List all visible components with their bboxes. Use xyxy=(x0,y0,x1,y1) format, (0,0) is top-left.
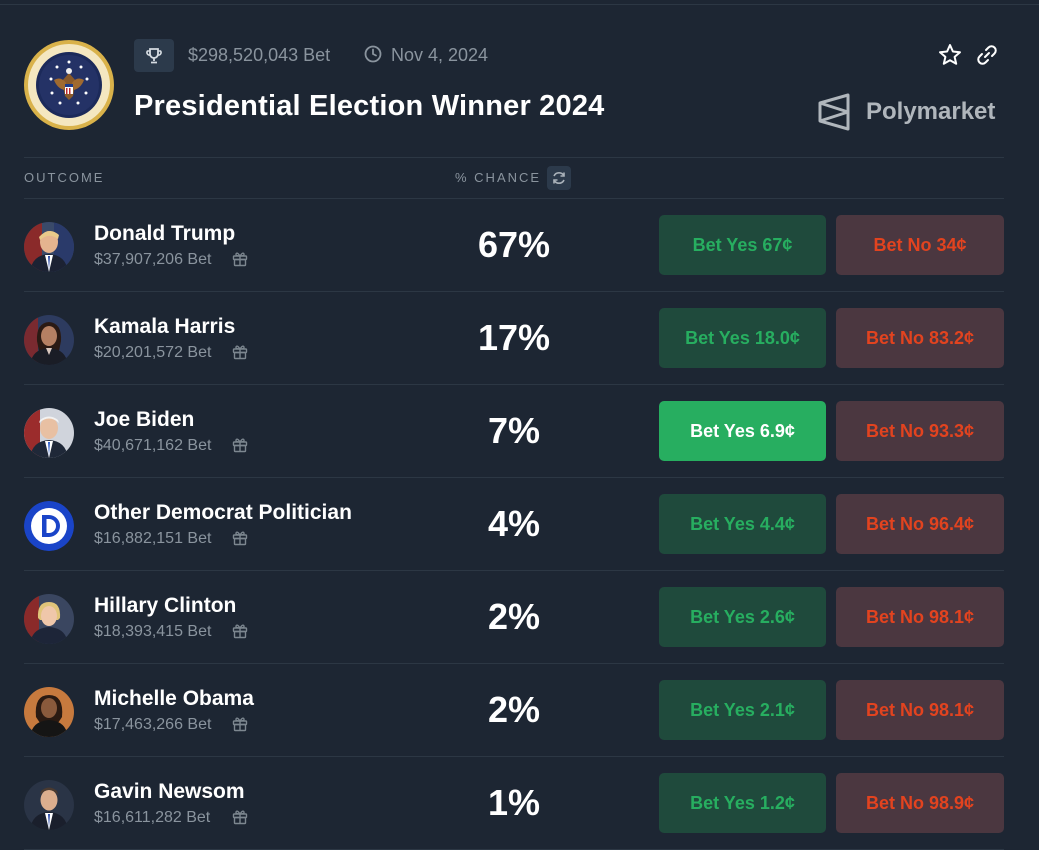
outcome-row[interactable]: Gavin Newsom $16,611,282 Bet 1% Bet Yes … xyxy=(24,757,1004,850)
bet-yes-button[interactable]: Bet Yes 6.9¢ xyxy=(659,401,826,461)
page-title: Presidential Election Winner 2024 xyxy=(134,90,605,122)
outcome-volume: $16,882,151 Bet xyxy=(94,530,212,547)
outcome-name[interactable]: Michelle Obama xyxy=(94,686,254,712)
link-icon[interactable] xyxy=(975,43,999,67)
bet-yes-button[interactable]: Bet Yes 18.0¢ xyxy=(659,308,826,368)
chance-column-header: % CHANCE xyxy=(455,170,542,185)
harris-portrait-avatar xyxy=(24,315,74,365)
outcome-volume: $18,393,415 Bet xyxy=(94,623,212,640)
outcome-row[interactable]: Kamala Harris $20,201,572 Bet 17% Bet Ye… xyxy=(24,292,1004,385)
polymarket-logo-icon[interactable] xyxy=(816,93,854,131)
chance-value: 17% xyxy=(477,317,551,358)
trump-portrait-avatar xyxy=(24,222,74,272)
header-divider xyxy=(24,157,1004,158)
bet-no-button[interactable]: Bet No 96.4¢ xyxy=(836,494,1004,554)
outcome-volume: $37,907,206 Bet xyxy=(94,251,212,268)
chance-value: 67% xyxy=(477,224,551,265)
polymarket-brand[interactable]: Polymarket xyxy=(866,98,995,126)
outcome-row[interactable]: Joe Biden $40,671,162 Bet 7% Bet Yes 6.9… xyxy=(24,385,1004,478)
obama-portrait-avatar xyxy=(24,687,74,737)
outcome-name[interactable]: Joe Biden xyxy=(94,407,194,433)
outcome-volume: $20,201,572 Bet xyxy=(94,344,212,361)
bet-yes-button[interactable]: Bet Yes 4.4¢ xyxy=(659,494,826,554)
top-divider xyxy=(0,4,1039,5)
bet-no-button[interactable]: Bet No 98.9¢ xyxy=(836,773,1004,833)
chance-value: 4% xyxy=(487,503,541,544)
bet-yes-button[interactable]: Bet Yes 1.2¢ xyxy=(659,773,826,833)
outcome-column-header: OUTCOME xyxy=(24,170,105,185)
clinton-portrait-avatar xyxy=(24,594,74,644)
bet-yes-button[interactable]: Bet Yes 2.1¢ xyxy=(659,680,826,740)
chance-value: 1% xyxy=(487,782,541,823)
gift-icon[interactable] xyxy=(231,436,249,454)
democrat-logo-avatar xyxy=(24,501,74,551)
star-icon[interactable] xyxy=(937,42,963,68)
outcome-name[interactable]: Hillary Clinton xyxy=(94,593,236,619)
bet-no-button[interactable]: Bet No 93.3¢ xyxy=(836,401,1004,461)
total-volume: $298,520,043 Bet xyxy=(188,45,331,65)
outcome-row[interactable]: Other Democrat Politician $16,882,151 Be… xyxy=(24,478,1004,571)
gift-icon[interactable] xyxy=(231,808,249,826)
outcome-volume: $17,463,266 Bet xyxy=(94,716,212,733)
bet-no-button[interactable]: Bet No 98.1¢ xyxy=(836,587,1004,647)
presidential-seal-icon xyxy=(24,40,114,130)
chance-value: 7% xyxy=(487,410,541,451)
gift-icon[interactable] xyxy=(231,622,249,640)
outcome-name[interactable]: Donald Trump xyxy=(94,221,235,247)
bet-no-button[interactable]: Bet No 34¢ xyxy=(836,215,1004,275)
outcome-volume: $40,671,162 Bet xyxy=(94,437,212,454)
bet-yes-button[interactable]: Bet Yes 2.6¢ xyxy=(659,587,826,647)
outcome-row[interactable]: Michelle Obama $17,463,266 Bet 2% Bet Ye… xyxy=(24,664,1004,757)
chance-value: 2% xyxy=(487,596,541,637)
trophy-icon xyxy=(146,47,162,63)
trophy-badge xyxy=(134,39,174,72)
outcome-name[interactable]: Gavin Newsom xyxy=(94,779,245,805)
clock-icon xyxy=(364,45,382,63)
newsom-portrait-avatar xyxy=(24,780,74,830)
gift-icon[interactable] xyxy=(231,715,249,733)
outcome-volume: $16,611,282 Bet xyxy=(94,809,211,826)
biden-portrait-avatar xyxy=(24,408,74,458)
chance-value: 2% xyxy=(487,689,541,730)
gift-icon[interactable] xyxy=(231,250,249,268)
refresh-icon xyxy=(553,172,565,184)
outcome-row[interactable]: Hillary Clinton $18,393,415 Bet 2% Bet Y… xyxy=(24,571,1004,664)
bet-yes-button[interactable]: Bet Yes 67¢ xyxy=(659,215,826,275)
outcome-name[interactable]: Other Democrat Politician xyxy=(94,500,352,526)
gift-icon[interactable] xyxy=(231,529,249,547)
gift-icon[interactable] xyxy=(231,343,249,361)
bet-no-button[interactable]: Bet No 83.2¢ xyxy=(836,308,1004,368)
outcome-name[interactable]: Kamala Harris xyxy=(94,314,235,340)
bet-no-button[interactable]: Bet No 98.1¢ xyxy=(836,680,1004,740)
refresh-button[interactable] xyxy=(547,166,571,190)
end-date: Nov 4, 2024 xyxy=(391,45,489,65)
outcome-row[interactable]: Donald Trump $37,907,206 Bet 67% Bet Yes… xyxy=(24,199,1004,292)
